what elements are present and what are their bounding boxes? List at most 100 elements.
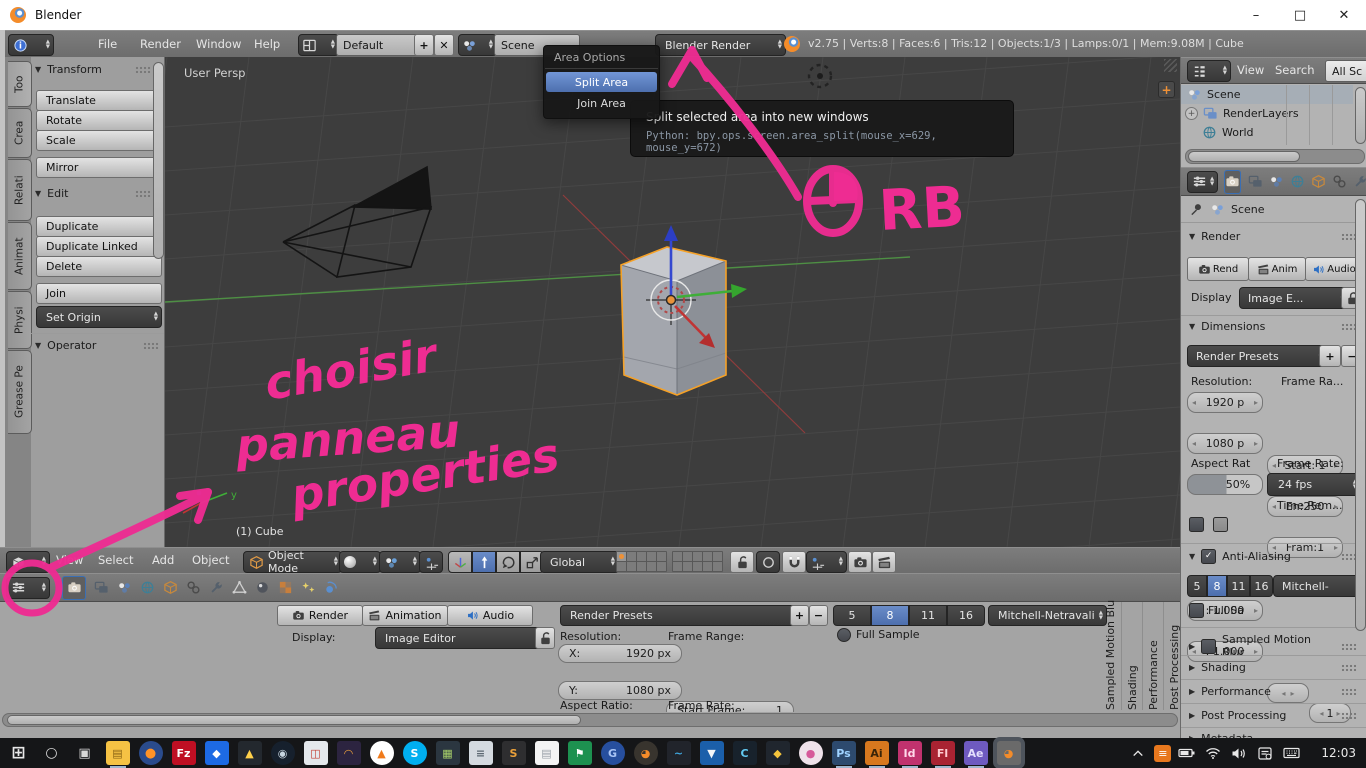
task-view-icon[interactable]: ▣ <box>73 741 97 765</box>
firefox-icon[interactable]: ● <box>139 741 163 765</box>
full-sample-checkbox[interactable] <box>837 628 851 642</box>
mode-dropdown[interactable]: Object Mode ▲▼ <box>243 551 342 573</box>
modifiers-context-icon[interactable] <box>209 580 224 595</box>
preset-add-button[interactable]: + <box>790 605 809 626</box>
translate-manipulator-toggle[interactable] <box>472 551 496 573</box>
screen-layout-selector[interactable]: ▲▼ <box>298 34 339 56</box>
aa-samples-8[interactable]: 8 <box>1207 575 1227 597</box>
rotate-manipulator-toggle[interactable] <box>496 551 520 573</box>
layer-toggle[interactable] <box>656 561 667 572</box>
tab-render-context[interactable] <box>1224 170 1241 194</box>
aa-filter-dropdown[interactable]: Mitchell-Netravali ▲▼ <box>988 605 1107 626</box>
aa-samples-11[interactable]: 11 <box>1227 575 1250 597</box>
panel-header-operator[interactable]: ▼ Operator <box>35 339 159 352</box>
tray-chevron-up-icon[interactable] <box>1128 743 1148 763</box>
wifi-icon[interactable] <box>1203 743 1223 763</box>
bottom-hscrollbar-track[interactable] <box>2 713 1178 727</box>
layer-grid-block-2[interactable] <box>672 551 722 571</box>
panel-header-shading[interactable]: ▶Shading <box>1189 661 1357 674</box>
constraints-context-icon[interactable] <box>1332 174 1347 189</box>
file-explorer-icon[interactable]: ▤ <box>106 741 130 765</box>
render-presets-dropdown[interactable]: Render Presets ▲▼ <box>560 605 799 626</box>
editor-type-selector-info[interactable]: ▲▼ <box>8 34 54 56</box>
object-context-icon[interactable] <box>1311 174 1326 189</box>
vtab-sampled-motion-blur[interactable]: Sampled Motion Blur <box>1104 602 1117 710</box>
lock-to-scene-toggle[interactable] <box>730 551 754 573</box>
app-penguin-icon[interactable]: ◠ <box>337 741 361 765</box>
tab-render-context[interactable] <box>62 576 86 600</box>
tool-shelf-scrollbar[interactable] <box>153 62 164 259</box>
start-icon[interactable]: ⊞ <box>7 741 31 765</box>
taskbar-clock[interactable]: 12:03 <box>1321 746 1356 760</box>
panel-grip-icon[interactable] <box>143 342 159 349</box>
panel-grip-icon[interactable] <box>1341 664 1357 671</box>
display-dropdown[interactable]: Image E... ▲▼ <box>1239 287 1349 309</box>
menu-item-split-area[interactable]: Split Area <box>546 72 657 92</box>
minimize-button[interactable]: – <box>1234 0 1278 30</box>
cube-object[interactable] <box>621 247 726 395</box>
blender-pinned-icon[interactable]: ◕ <box>634 741 658 765</box>
tab-grease-pencil[interactable]: Grease Pe <box>8 350 32 434</box>
aa-samples-16[interactable]: 16 <box>1250 575 1273 597</box>
app-blue-yellow-icon[interactable]: ◆ <box>766 741 790 765</box>
photoshop-icon[interactable]: Ps <box>832 741 856 765</box>
defender-icon[interactable]: ▼ <box>700 741 724 765</box>
menu-item-join-area[interactable]: Join Area <box>546 93 657 113</box>
preset-remove-button[interactable]: − <box>809 605 828 626</box>
viewport-menu-object[interactable]: Object <box>192 553 229 567</box>
indesign-icon[interactable]: Id <box>898 741 922 765</box>
full-sample-checkbox[interactable] <box>1189 603 1204 618</box>
motion-blur-checkbox[interactable] <box>1201 639 1216 654</box>
outliner-row-world[interactable]: World <box>1181 123 1353 142</box>
opengl-render-button[interactable] <box>848 551 872 573</box>
duplicate-linked-button[interactable]: Duplicate Linked <box>36 236 162 257</box>
snap-toggle[interactable] <box>782 551 806 573</box>
aa-samples-16[interactable]: 16 <box>947 605 985 626</box>
constraints-context-icon[interactable] <box>186 580 201 595</box>
region-expand-button[interactable]: + <box>1158 81 1175 98</box>
viewport-menu-select[interactable]: Select <box>98 553 133 567</box>
layer-grid-block-1[interactable] <box>616 551 666 571</box>
render-anim-button[interactable]: Anim <box>1248 257 1306 281</box>
mirror-button[interactable]: Mirror <box>36 157 162 178</box>
rotate-button[interactable]: Rotate <box>36 110 162 131</box>
action-center-icon[interactable] <box>1255 743 1275 763</box>
material-context-icon[interactable] <box>255 580 270 595</box>
blender-icon[interactable]: ◕ <box>997 741 1021 765</box>
render-engine-dropdown[interactable]: Blender Render ▲▼ <box>655 34 786 56</box>
steam-icon[interactable]: ◉ <box>271 741 295 765</box>
panel-grip-icon[interactable] <box>135 66 151 73</box>
panel-grip-icon[interactable] <box>1341 643 1357 650</box>
layer-toggle[interactable] <box>712 561 723 572</box>
menu-help[interactable]: Help <box>254 37 280 51</box>
tab-physics[interactable]: Physi <box>8 291 32 349</box>
google-drive-icon[interactable]: ▲ <box>238 741 262 765</box>
document-icon[interactable]: ▤ <box>535 741 559 765</box>
panel-header-anti-aliasing[interactable]: ▼ ✓ Anti-Aliasing <box>1189 549 1357 564</box>
outliner-vscrollbar[interactable] <box>1355 87 1366 144</box>
outliner-hscrollbar-track[interactable] <box>1185 149 1365 164</box>
properties-vscrollbar[interactable] <box>1355 199 1366 631</box>
resolution-x-field[interactable]: X:1920 px <box>558 644 682 663</box>
skype-icon[interactable]: S <box>403 741 427 765</box>
flash-icon[interactable]: Fl <box>931 741 955 765</box>
app-c-icon[interactable]: C <box>733 741 757 765</box>
physics-context-icon[interactable] <box>324 580 339 595</box>
area-corner-grip[interactable] <box>1164 59 1177 72</box>
tab-relations[interactable]: Relati <box>8 159 32 221</box>
search-icon[interactable]: ○ <box>40 741 64 765</box>
transform-orientation-dropdown[interactable]: Global ▲▼ <box>540 551 619 573</box>
layout-name-field[interactable]: Default <box>336 34 426 56</box>
illustrator-icon[interactable]: Ai <box>865 741 889 765</box>
render-presets-dropdown[interactable]: Render Presets ▲▼ <box>1187 345 1327 367</box>
tab-tools[interactable]: Too <box>8 61 32 107</box>
close-button[interactable]: ✕ <box>1322 0 1366 30</box>
panel-grip-icon[interactable] <box>1341 712 1357 719</box>
viewport-shading-dropdown[interactable]: ▲▼ <box>339 551 381 573</box>
scene-context-icon[interactable] <box>117 580 132 595</box>
menu-window[interactable]: Window <box>196 37 241 51</box>
panel-header-dimensions[interactable]: ▼Dimensions <box>1189 320 1357 333</box>
preset-add-button[interactable]: + <box>1319 345 1341 367</box>
app-globe-icon[interactable]: G <box>601 741 625 765</box>
audio-app-icon[interactable]: ~ <box>667 741 691 765</box>
